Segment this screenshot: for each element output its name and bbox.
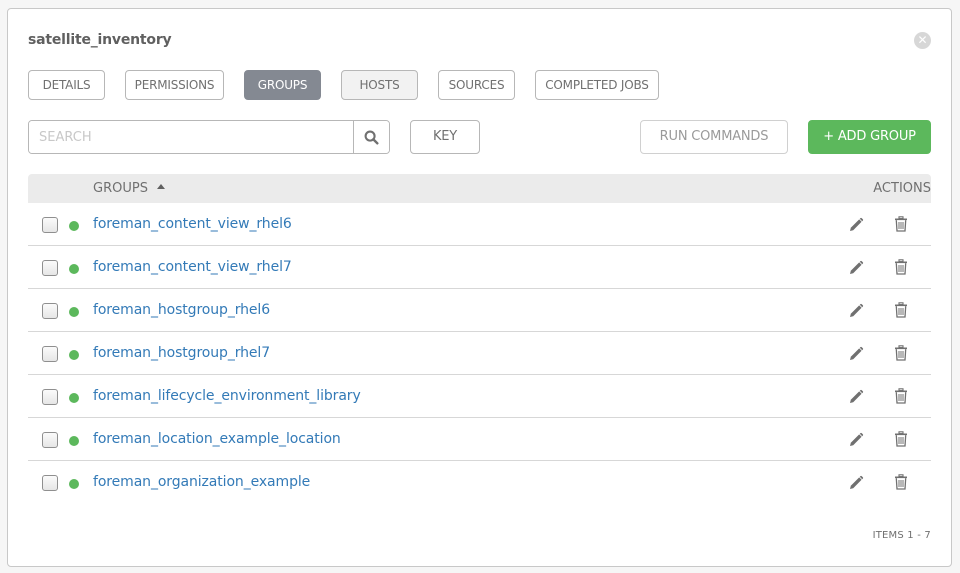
tab-completed-jobs[interactable]: COMPLETED JOBS [535,70,659,100]
row-checkbox[interactable] [42,303,58,319]
sort-ascending-icon [156,184,165,189]
tab-permissions[interactable]: PERMISSIONS [125,70,224,100]
group-name-link[interactable]: foreman_hostgroup_rhel6 [93,302,270,318]
table-header: GROUPS ACTIONS [28,174,931,203]
delete-trash-icon[interactable] [892,387,910,405]
row-checkbox[interactable] [42,260,58,276]
tab-groups[interactable]: GROUPS [244,70,321,100]
table-row: foreman_content_view_rhel6 [28,203,931,246]
table-row: foreman_organization_example [28,461,931,504]
edit-pencil-icon[interactable] [847,474,865,492]
tab-details[interactable]: DETAILS [28,70,105,100]
tab-sources[interactable]: SOURCES [438,70,515,100]
panel-title: satellite_inventory [28,32,172,48]
key-button[interactable]: KEY [410,120,480,154]
edit-pencil-icon[interactable] [847,345,865,363]
group-name-link[interactable]: foreman_hostgroup_rhel7 [93,345,270,361]
tab-hosts[interactable]: HOSTS [341,70,418,100]
search-box [28,120,390,154]
search-input[interactable] [29,121,353,153]
status-indicator [69,393,79,403]
search-button[interactable] [353,121,389,153]
group-name-link[interactable]: foreman_content_view_rhel7 [93,259,292,275]
edit-pencil-icon[interactable] [847,259,865,277]
row-checkbox[interactable] [42,432,58,448]
close-icon[interactable]: ✕ [914,32,931,49]
table-row: foreman_location_example_location [28,418,931,461]
edit-pencil-icon[interactable] [847,388,865,406]
status-indicator [69,307,79,317]
add-group-button[interactable]: + ADD GROUP [808,120,931,154]
column-header-groups-label: GROUPS [93,181,148,196]
pagination-info: ITEMS 1 - 7 [872,530,931,541]
delete-trash-icon[interactable] [892,473,910,491]
delete-trash-icon[interactable] [892,258,910,276]
run-commands-button[interactable]: RUN COMMANDS [640,120,788,154]
delete-trash-icon[interactable] [892,215,910,233]
row-checkbox[interactable] [42,346,58,362]
groups-table: GROUPS ACTIONS foreman_content_view_rhel… [28,174,931,504]
status-indicator [69,221,79,231]
status-indicator [69,350,79,360]
column-header-groups[interactable]: GROUPS [93,181,165,196]
delete-trash-icon[interactable] [892,430,910,448]
delete-trash-icon[interactable] [892,301,910,319]
table-body: foreman_content_view_rhel6 foreman_conte… [28,203,931,504]
row-checkbox[interactable] [42,389,58,405]
edit-pencil-icon[interactable] [847,216,865,234]
status-indicator [69,264,79,274]
status-indicator [69,436,79,446]
row-checkbox[interactable] [42,217,58,233]
group-name-link[interactable]: foreman_lifecycle_environment_library [93,388,361,404]
edit-pencil-icon[interactable] [847,302,865,320]
table-row: foreman_lifecycle_environment_library [28,375,931,418]
edit-pencil-icon[interactable] [847,431,865,449]
inventory-panel: satellite_inventory ✕ DETAILS PERMISSION… [7,8,952,567]
group-name-link[interactable]: foreman_organization_example [93,474,310,490]
table-row: foreman_hostgroup_rhel6 [28,289,931,332]
group-name-link[interactable]: foreman_content_view_rhel6 [93,216,292,232]
delete-trash-icon[interactable] [892,344,910,362]
table-row: foreman_hostgroup_rhel7 [28,332,931,375]
table-row: foreman_content_view_rhel7 [28,246,931,289]
status-indicator [69,479,79,489]
column-header-actions: ACTIONS [873,181,931,196]
row-checkbox[interactable] [42,475,58,491]
search-icon [364,130,379,145]
group-name-link[interactable]: foreman_location_example_location [93,431,341,447]
